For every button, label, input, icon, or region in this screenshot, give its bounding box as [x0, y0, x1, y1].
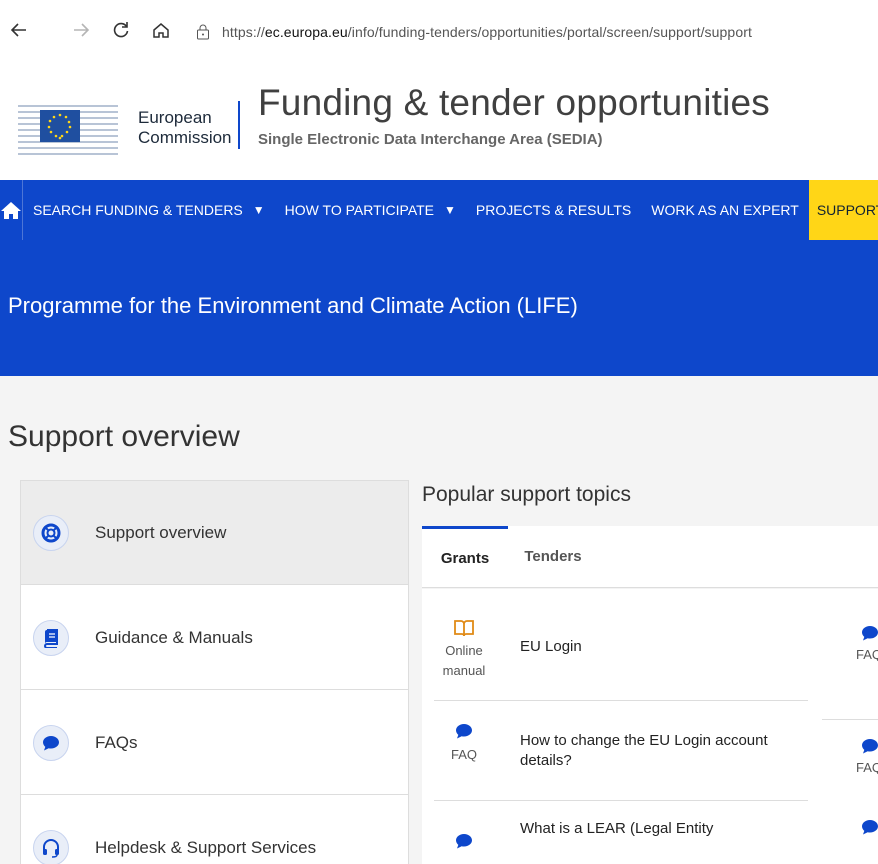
- main-navigation: SEARCH FUNDING & TENDERS ▼ HOW TO PARTIC…: [0, 180, 878, 240]
- side-item-faqs[interactable]: FAQs: [21, 691, 408, 795]
- url-scheme: https://: [222, 24, 265, 40]
- topic-type: FAQ: [434, 721, 494, 765]
- nav-search-funding-label: SEARCH FUNDING & TENDERS: [33, 202, 243, 218]
- book-icon: [33, 619, 69, 656]
- chat-bubble-icon: [862, 739, 878, 754]
- nav-support[interactable]: SUPPORT ▼: [808, 180, 878, 240]
- side-item-guidance-manuals[interactable]: Guidance & Manuals: [21, 586, 408, 690]
- headset-icon: [33, 830, 69, 864]
- tab-grants-label: Grants: [440, 549, 490, 567]
- open-book-icon: [454, 620, 474, 637]
- ec-logo-text: European Commission: [138, 108, 232, 148]
- ec-logo-line1: European: [138, 108, 212, 127]
- topic-type-line2: manual: [442, 663, 486, 678]
- home-nav-button[interactable]: [0, 180, 23, 240]
- commission-building-icon: [18, 105, 118, 155]
- nav-support-label: SUPPORT: [816, 202, 878, 218]
- url-text: https://ec.europa.eu/info/funding-tender…: [222, 24, 752, 40]
- info-lock-icon[interactable]: [196, 24, 210, 40]
- nav-projects-results[interactable]: PROJECTS & RESULTS: [466, 180, 641, 240]
- side-item-label: Support overview: [95, 522, 227, 542]
- tab-tenders-label: Tenders: [524, 548, 582, 565]
- address-bar[interactable]: https://ec.europa.eu/info/funding-tender…: [196, 18, 878, 46]
- header-divider: [238, 101, 240, 149]
- chat-bubble-icon: [456, 834, 472, 849]
- caret-down-icon: ▼: [444, 203, 456, 217]
- nav-search-funding[interactable]: SEARCH FUNDING & TENDERS ▼: [23, 180, 275, 240]
- topic-type-label: FAQ: [856, 760, 878, 775]
- topics-list-panel: Online manual EU Login FAQ How to change…: [422, 589, 878, 864]
- lifebuoy-icon: [33, 514, 69, 551]
- nav-how-to-participate[interactable]: HOW TO PARTICIPATE ▼: [275, 180, 466, 240]
- side-item-support-overview[interactable]: Support overview: [21, 481, 408, 585]
- url-host: ec.europa.eu: [264, 24, 348, 40]
- chat-bubble-icon: [456, 724, 472, 739]
- side-item-helpdesk[interactable]: Helpdesk & Support Services: [21, 796, 408, 864]
- topic-type-line1: FAQ: [450, 747, 477, 762]
- european-commission-logo[interactable]: European Commission: [18, 100, 238, 160]
- side-item-label: Helpdesk & Support Services: [95, 838, 317, 857]
- nav-how-to-participate-label: HOW TO PARTICIPATE: [284, 202, 435, 218]
- forward-arrow-icon[interactable]: [70, 20, 92, 42]
- page-title: Support overview: [8, 420, 240, 453]
- browser-toolbar: https://ec.europa.eu/info/funding-tender…: [0, 0, 878, 62]
- topic-item[interactable]: FAQ How to change the EU Login account d…: [434, 701, 808, 801]
- chat-bubble-icon: [862, 626, 878, 641]
- nav-work-as-expert-label: WORK AS AN EXPERT: [651, 202, 799, 218]
- site-title[interactable]: Funding & tender opportunities: [258, 82, 770, 124]
- caret-down-icon: ▼: [252, 203, 265, 217]
- topic-type-line1: Online: [445, 643, 483, 658]
- side-item-label: FAQs: [95, 732, 138, 752]
- topic-item-right[interactable]: [822, 801, 878, 864]
- topic-type: [434, 831, 494, 855]
- home-browser-icon[interactable]: [150, 20, 172, 42]
- support-side-menu: Support overview Guidance & Manuals FAQs…: [20, 480, 409, 864]
- home-icon: [1, 202, 21, 219]
- chat-bubble-icon: [33, 724, 69, 761]
- back-arrow-icon[interactable]: [8, 20, 30, 42]
- nav-work-as-expert[interactable]: WORK AS AN EXPERT: [641, 180, 809, 240]
- topic-item[interactable]: Online manual EU Login: [434, 589, 808, 701]
- tab-tenders[interactable]: Tenders: [508, 526, 598, 587]
- side-item-label: Guidance & Manuals: [95, 627, 253, 647]
- topics-tabs: Grants Tenders: [422, 526, 878, 588]
- url-path: /info/funding-tenders/opportunities/port…: [347, 24, 752, 40]
- topic-link-change-eu-login[interactable]: How to change the EU Login account detai…: [520, 731, 790, 771]
- topic-item-right[interactable]: FAQ: [822, 589, 878, 701]
- topic-type: Online manual: [434, 619, 494, 681]
- reload-icon[interactable]: [110, 20, 132, 42]
- programme-banner: Programme for the Environment and Climat…: [0, 240, 878, 376]
- topic-link-eu-login[interactable]: EU Login: [520, 637, 790, 657]
- site-subtitle: Single Electronic Data Interchange Area …: [258, 131, 603, 148]
- tab-grants[interactable]: Grants: [422, 526, 508, 587]
- topic-type-label: FAQ: [856, 647, 878, 662]
- popular-topics-title: Popular support topics: [422, 483, 631, 506]
- topic-link-what-is-lear[interactable]: What is a LEAR (Legal Entity: [520, 819, 790, 839]
- nav-projects-results-label: PROJECTS & RESULTS: [475, 202, 632, 218]
- programme-title: Programme for the Environment and Climat…: [8, 293, 578, 318]
- ec-logo-line2: Commission: [138, 128, 232, 147]
- topic-item[interactable]: What is a LEAR (Legal Entity: [434, 801, 808, 864]
- chat-bubble-icon: [862, 820, 878, 835]
